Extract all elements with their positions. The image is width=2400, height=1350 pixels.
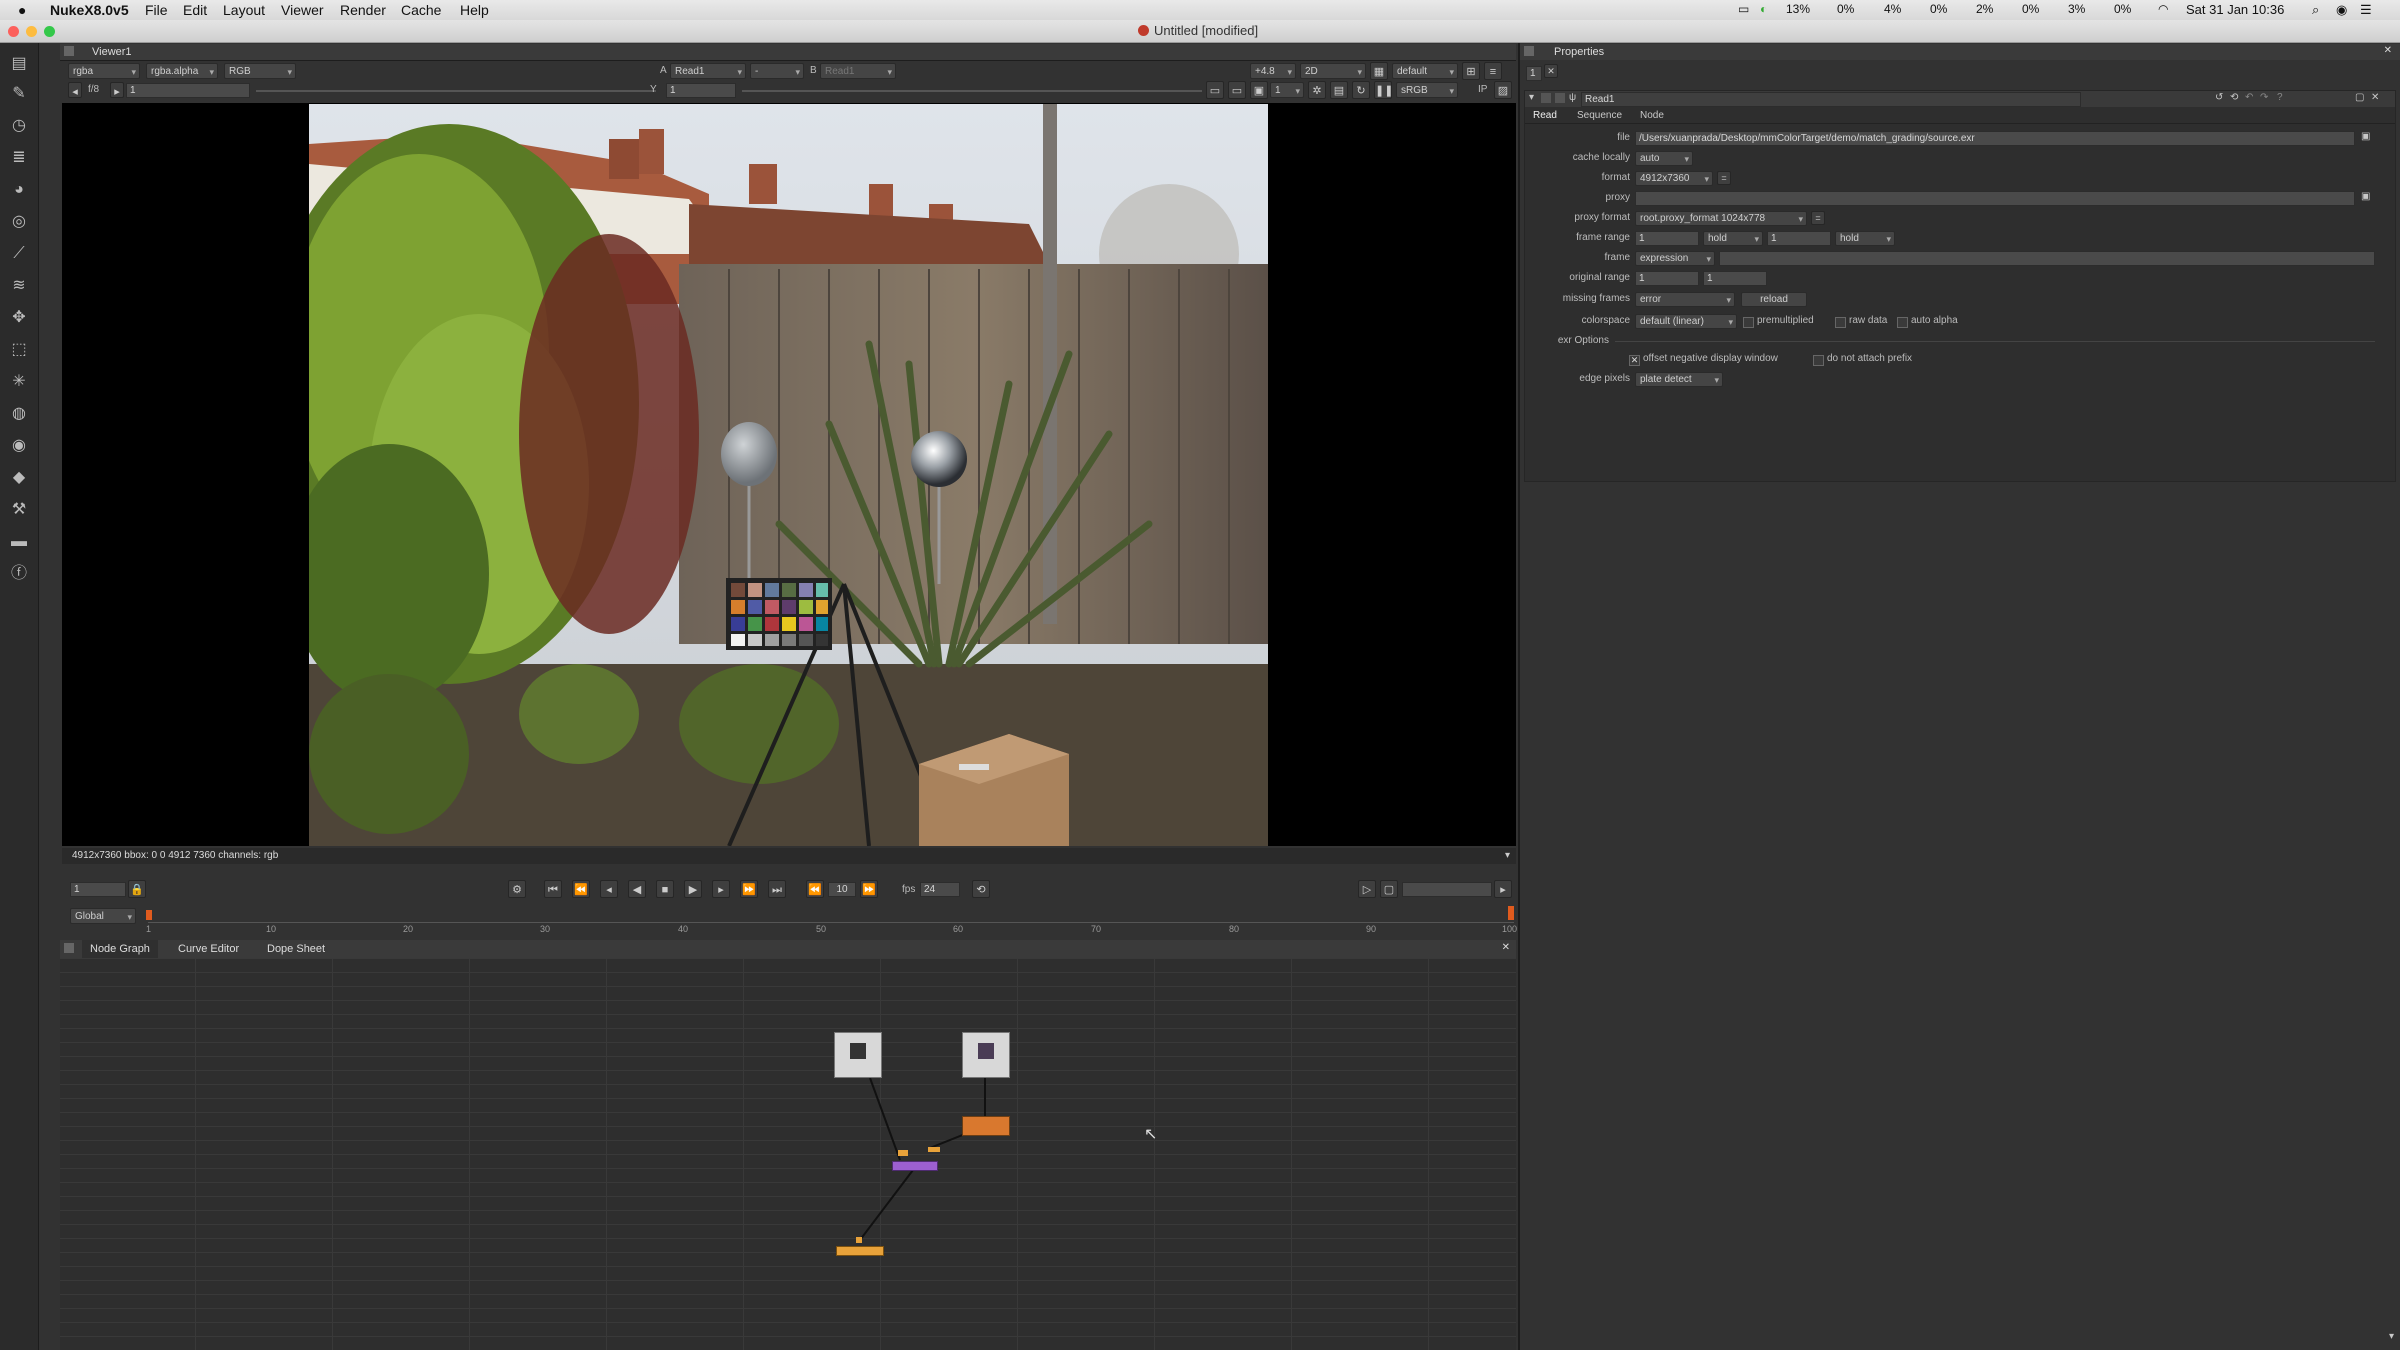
tab-divider (1525, 123, 2395, 124)
tab-properties[interactable]: Properties (1554, 46, 1604, 58)
orig-end-field[interactable]: 1 (1703, 271, 1767, 286)
original-range-label: original range (1569, 272, 1630, 283)
tab-node[interactable]: Node (1640, 110, 1664, 121)
edge-pixels-label: edge pixels (1579, 373, 1630, 384)
scroll-down-icon[interactable]: ▾ (2389, 1331, 2394, 1342)
missing-frames-label: missing frames (1562, 293, 1630, 304)
properties-tab-bar: Properties ✕ (1520, 44, 2400, 61)
merge-input-b[interactable] (928, 1147, 940, 1152)
float-icon[interactable] (1541, 93, 1551, 103)
exr-options-label: exr Options (1557, 335, 1609, 346)
premultiplied-label: premultiplied (1757, 315, 1814, 326)
node-name-field[interactable]: Read1 (1581, 92, 2081, 107)
close-node-icon[interactable]: ✕ (2371, 92, 2379, 103)
range-before-select[interactable]: hold (1703, 231, 1763, 246)
colorspace-label: colorspace (1581, 315, 1630, 326)
missing-frames-select[interactable]: error (1635, 292, 1735, 307)
frame-expression-field[interactable] (1719, 251, 2375, 266)
frame-mode-select[interactable]: expression (1635, 251, 1715, 266)
proxy-format-label: proxy format (1574, 212, 1630, 223)
range-end-field[interactable]: 1 (1767, 231, 1831, 246)
format-label: format (1601, 172, 1630, 183)
proxy-label: proxy (1605, 192, 1630, 203)
cache-locally-select[interactable]: auto (1635, 151, 1693, 166)
frame-range-label: frame range (1576, 232, 1630, 243)
proxy-format-select[interactable]: root.proxy_format 1024x778 (1635, 211, 1807, 226)
read1-properties: ▾ ψ Read1 ↺ ⟲ ↶ ↷ ? ▢ ✕ Read Sequence No… (1524, 90, 2396, 482)
panel-menu-icon[interactable] (1524, 46, 1534, 56)
no-prefix-checkbox[interactable] (1813, 355, 1824, 366)
raw-data-checkbox[interactable] (1835, 317, 1846, 328)
clear-panels-icon[interactable]: ✕ (1544, 64, 1558, 78)
max-panels-field[interactable]: 1 (1526, 66, 1542, 81)
read-thumbnail-icon (978, 1043, 994, 1059)
revert-icon[interactable]: ↺ (2215, 92, 2223, 103)
format-select[interactable]: 4912x7360 (1635, 171, 1713, 186)
offset-negative-checkbox[interactable]: ✕ (1629, 355, 1640, 366)
premultiplied-checkbox[interactable] (1743, 317, 1754, 328)
raw-data-label: raw data (1849, 315, 1888, 326)
tab-sequence[interactable]: Sequence (1577, 110, 1622, 121)
range-after-select[interactable]: hold (1835, 231, 1895, 246)
read-thumbnail-icon (850, 1043, 866, 1059)
properties-panel: 1 ✕ ▾ ψ Read1 ↺ ⟲ ↶ ↷ ? ▢ ✕ Read Sequenc… (1520, 60, 2400, 1350)
reset-icon[interactable]: ⟲ (2230, 92, 2238, 103)
output-input[interactable] (856, 1237, 862, 1243)
mouse-cursor-icon: ↖ (1144, 1126, 1158, 1143)
auto-alpha-label: auto alpha (1911, 315, 1958, 326)
close-panel-icon[interactable]: ✕ (2384, 45, 2392, 56)
edge-pixels-select[interactable]: plate detect (1635, 372, 1723, 387)
help-icon[interactable]: ? (2277, 92, 2283, 103)
range-start-field[interactable]: 1 (1635, 231, 1699, 246)
frame-label: frame (1604, 252, 1630, 263)
proxy-browse-icon[interactable]: ▣ (2361, 191, 2370, 202)
orig-start-field[interactable]: 1 (1635, 271, 1699, 286)
node-header: ▾ ψ Read1 ↺ ⟲ ↶ ↷ ? ▢ ✕ (1525, 91, 2395, 107)
node-menu-icon[interactable]: ψ (1569, 92, 1576, 103)
auto-alpha-checkbox[interactable] (1897, 317, 1908, 328)
collapse-icon[interactable]: ▾ (1529, 92, 1534, 103)
file-field[interactable]: /Users/xuanprada/Desktop/mmColorTarget/d… (1635, 131, 2355, 146)
cache-locally-label: cache locally (1572, 152, 1630, 163)
grade-node[interactable] (962, 1116, 1010, 1136)
merge-node[interactable] (892, 1161, 938, 1171)
read-node-1[interactable] (834, 1032, 882, 1078)
format-edit-icon[interactable]: = (1717, 171, 1731, 185)
color-swatch-icon[interactable] (1555, 93, 1565, 103)
merge-input-a[interactable] (898, 1150, 908, 1156)
float-panel-icon[interactable]: ▢ (2355, 92, 2364, 103)
proxy-format-edit-icon[interactable]: = (1811, 211, 1825, 225)
no-prefix-label: do not attach prefix (1827, 353, 1913, 364)
output-node[interactable] (836, 1246, 884, 1256)
read-node-2[interactable] (962, 1032, 1010, 1078)
file-browse-icon[interactable]: ▣ (2361, 131, 2370, 142)
offset-negative-label: offset negative display window (1643, 353, 1778, 364)
redo-icon[interactable]: ↷ (2260, 92, 2268, 103)
file-label: file (1617, 132, 1630, 143)
undo-icon[interactable]: ↶ (2245, 92, 2253, 103)
colorspace-select[interactable]: default (linear) (1635, 314, 1737, 329)
tab-read[interactable]: Read (1533, 110, 1557, 121)
proxy-field[interactable] (1635, 191, 2355, 206)
reload-button[interactable]: reload (1741, 292, 1807, 307)
exr-options-divider (1615, 341, 2375, 342)
